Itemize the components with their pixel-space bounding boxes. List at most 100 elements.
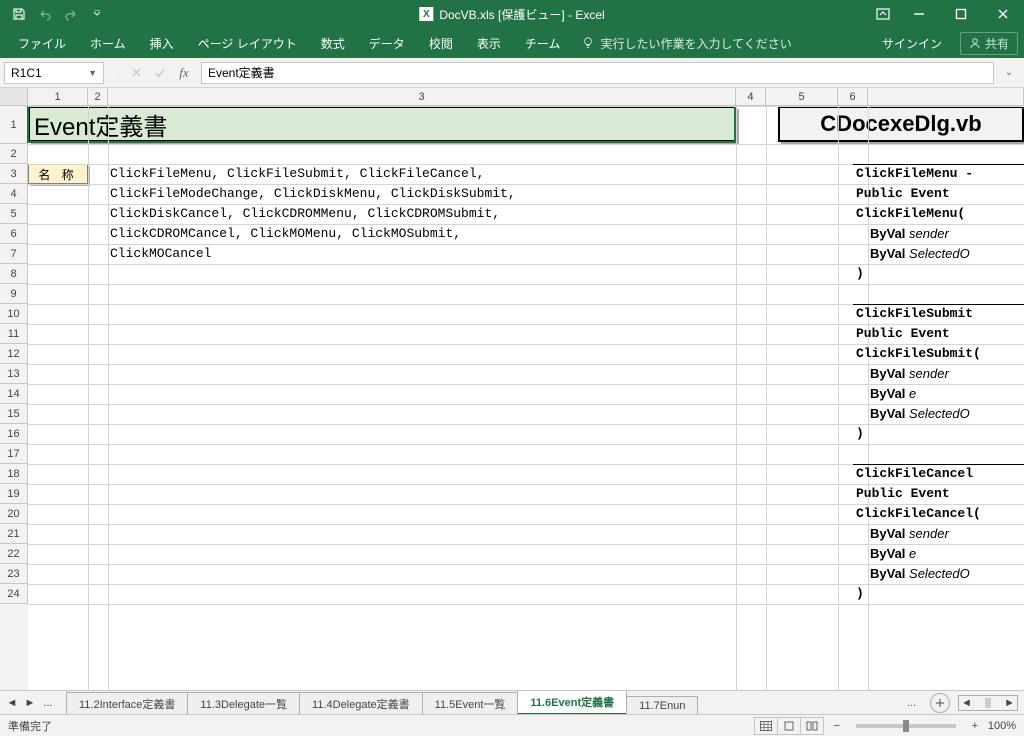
- code-line[interactable]: ): [856, 266, 864, 281]
- row-header[interactable]: 9: [0, 284, 28, 304]
- code-line[interactable]: ByVal SelectedO: [870, 246, 970, 262]
- row-header[interactable]: 14: [0, 384, 28, 404]
- row-header[interactable]: 24: [0, 584, 28, 604]
- code-line[interactable]: ClickFileSubmit(: [856, 346, 981, 361]
- code-line[interactable]: ClickFileSubmit: [856, 306, 973, 321]
- file-title-cell[interactable]: CDocexeDlg.vb: [778, 106, 1024, 142]
- tab-overflow[interactable]: ...: [901, 697, 922, 709]
- tab-team[interactable]: チーム: [513, 28, 573, 58]
- row-header[interactable]: 4: [0, 184, 28, 204]
- cell-text[interactable]: ClickFileMenu, ClickFileSubmit, ClickFil…: [110, 166, 484, 181]
- row-header[interactable]: 1: [0, 106, 28, 144]
- row-header[interactable]: 19: [0, 484, 28, 504]
- tab-nav-ellipsis[interactable]: ...: [40, 695, 56, 711]
- name-box[interactable]: R1C1 ▼: [4, 62, 104, 84]
- cells-canvas[interactable]: Event定義書 CDocexeDlg.vb 名 称 ClickFileMenu…: [28, 106, 1024, 690]
- code-line[interactable]: Public Event: [856, 186, 950, 201]
- sheet-tab[interactable]: 11.7Enun: [626, 696, 698, 715]
- zoom-thumb[interactable]: [903, 720, 909, 732]
- cell-text[interactable]: ClickMOCancel: [110, 246, 211, 261]
- code-line[interactable]: ByVal sender: [870, 366, 949, 382]
- expand-formula-bar-icon[interactable]: ⌄: [1000, 67, 1018, 78]
- sheet-tab[interactable]: 11.2Interface定義書: [66, 692, 188, 715]
- column-header[interactable]: 3: [108, 88, 736, 105]
- tell-me-search[interactable]: 実行したい作業を入力してください: [582, 35, 791, 52]
- insert-function-button[interactable]: fx: [173, 62, 195, 84]
- row-header[interactable]: 12: [0, 344, 28, 364]
- close-button[interactable]: [982, 0, 1024, 28]
- tab-formulas[interactable]: 数式: [309, 28, 357, 58]
- code-line[interactable]: ByVal e: [870, 386, 916, 402]
- sheet-tab[interactable]: 11.4Delegate定義書: [299, 692, 423, 715]
- tab-nav-next-icon[interactable]: ►: [22, 695, 38, 711]
- row-header[interactable]: 23: [0, 564, 28, 584]
- row-header[interactable]: 11: [0, 324, 28, 344]
- cell-text[interactable]: ClickCDROMCancel, ClickMOMenu, ClickMOSu…: [110, 226, 461, 241]
- label-cell[interactable]: 名 称: [28, 164, 88, 184]
- share-button[interactable]: 共有: [960, 32, 1018, 55]
- row-header[interactable]: 17: [0, 444, 28, 464]
- row-header[interactable]: 21: [0, 524, 28, 544]
- tab-data[interactable]: データ: [357, 28, 417, 58]
- sheet-tab[interactable]: 11.6Event定義書: [517, 691, 627, 715]
- row-header[interactable]: 7: [0, 244, 28, 264]
- row-header[interactable]: 15: [0, 404, 28, 424]
- row-header[interactable]: 2: [0, 144, 28, 164]
- enter-formula-icon[interactable]: [149, 62, 171, 84]
- page-layout-view-button[interactable]: [777, 717, 801, 735]
- column-header[interactable]: 6: [838, 88, 868, 105]
- code-line[interactable]: ClickFileCancel(: [856, 506, 981, 521]
- new-sheet-button[interactable]: [930, 693, 950, 713]
- code-line[interactable]: Public Event: [856, 326, 950, 341]
- sign-in-link[interactable]: サインイン: [882, 35, 942, 52]
- tab-review[interactable]: 校閲: [417, 28, 465, 58]
- column-header[interactable]: 5: [766, 88, 838, 105]
- undo-icon[interactable]: [34, 3, 56, 25]
- horizontal-scrollbar[interactable]: ◄ ►: [958, 695, 1018, 711]
- code-line[interactable]: ): [856, 426, 864, 441]
- tab-home[interactable]: ホーム: [78, 28, 138, 58]
- row-header[interactable]: 8: [0, 264, 28, 284]
- row-header[interactable]: 18: [0, 464, 28, 484]
- cell-text[interactable]: ClickFileModeChange, ClickDiskMenu, Clic…: [110, 186, 516, 201]
- tab-file[interactable]: ファイル: [6, 28, 78, 58]
- code-line[interactable]: ByVal SelectedO: [870, 406, 970, 422]
- row-header[interactable]: 22: [0, 544, 28, 564]
- scroll-left-icon[interactable]: ◄: [961, 697, 972, 709]
- tab-insert[interactable]: 挿入: [138, 28, 186, 58]
- row-header[interactable]: 3: [0, 164, 28, 184]
- select-all-corner[interactable]: [0, 88, 28, 105]
- minimize-button[interactable]: [898, 0, 940, 28]
- zoom-level[interactable]: 100%: [988, 720, 1016, 732]
- save-icon[interactable]: [8, 3, 30, 25]
- row-header[interactable]: 20: [0, 504, 28, 524]
- row-header[interactable]: 6: [0, 224, 28, 244]
- maximize-button[interactable]: [940, 0, 982, 28]
- column-header[interactable]: 1: [28, 88, 88, 105]
- sheet-tab[interactable]: 11.5Event一覧: [422, 692, 519, 715]
- zoom-out-button[interactable]: −: [830, 719, 844, 733]
- ribbon-display-options-icon[interactable]: [868, 0, 898, 28]
- redo-icon[interactable]: [60, 3, 82, 25]
- qat-customize-icon[interactable]: [86, 3, 108, 25]
- tab-view[interactable]: 表示: [465, 28, 513, 58]
- code-line[interactable]: ByVal SelectedO: [870, 566, 970, 582]
- chevron-down-icon[interactable]: ▼: [88, 68, 97, 78]
- row-header[interactable]: 16: [0, 424, 28, 444]
- code-line[interactable]: ClickFileCancel: [856, 466, 973, 481]
- scroll-right-icon[interactable]: ►: [1004, 697, 1015, 709]
- code-line[interactable]: ): [856, 586, 864, 601]
- zoom-in-button[interactable]: +: [968, 719, 982, 733]
- formula-input[interactable]: Event定義書: [201, 62, 994, 84]
- column-header[interactable]: 4: [736, 88, 766, 105]
- zoom-slider[interactable]: [856, 724, 956, 728]
- code-line[interactable]: ClickFileMenu -: [856, 166, 973, 181]
- title-cell[interactable]: Event定義書: [28, 106, 736, 142]
- tab-page-layout[interactable]: ページ レイアウト: [186, 28, 309, 58]
- code-line[interactable]: ByVal sender: [870, 226, 949, 242]
- cell-text[interactable]: ClickDiskCancel, ClickCDROMMenu, ClickCD…: [110, 206, 500, 221]
- code-line[interactable]: Public Event: [856, 486, 950, 501]
- code-line[interactable]: ByVal sender: [870, 526, 949, 542]
- tab-nav-prev-icon[interactable]: ◄: [4, 695, 20, 711]
- row-header[interactable]: 13: [0, 364, 28, 384]
